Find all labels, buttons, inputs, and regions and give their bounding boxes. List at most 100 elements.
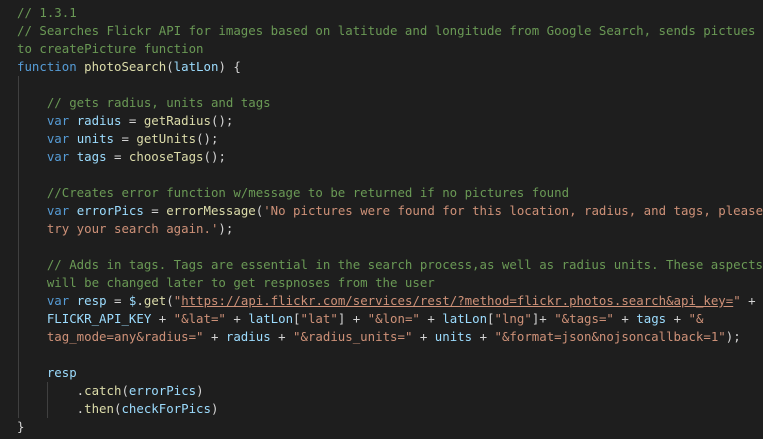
code-token: +	[203, 329, 226, 344]
code-line[interactable]: ​	[0, 166, 763, 184]
code-token: try your search again.'	[46, 221, 219, 236]
code-token: then	[84, 401, 114, 416]
code-line[interactable]: ​	[0, 238, 763, 256]
indent-guide	[18, 238, 19, 256]
code-line[interactable]: resp	[0, 364, 763, 382]
code-token: +	[412, 329, 435, 344]
code-token: =	[121, 113, 144, 128]
code-line[interactable]: var radius = getRadius();	[0, 112, 763, 130]
code-token: =	[106, 293, 129, 308]
code-line[interactable]: to createPicture function	[0, 40, 763, 58]
code-token: [	[293, 311, 301, 326]
code-token: "lat"	[300, 311, 338, 326]
indent-guide	[18, 256, 19, 274]
code-line[interactable]: // Adds in tags. Tags are essential in t…	[0, 256, 763, 274]
code-line[interactable]: try your search again.');	[0, 220, 763, 238]
code-line[interactable]: var errorPics = errorMessage('No picture…	[0, 202, 763, 220]
code-token: checkForPics	[121, 401, 211, 416]
code-token: var	[46, 149, 77, 164]
code-line[interactable]: // Searches Flickr API for images based …	[0, 22, 763, 40]
code-line[interactable]: ​	[0, 346, 763, 364]
code-line[interactable]: function photoSearch(latLon) {	[0, 58, 763, 76]
code-token: //Creates error function w/message to be…	[46, 185, 570, 200]
code-token: latLon	[173, 59, 219, 74]
code-token: function	[17, 59, 85, 74]
code-line[interactable]: //Creates error function w/message to be…	[0, 184, 763, 202]
indent-guide	[18, 94, 19, 112]
indent-guide	[18, 130, 19, 148]
code-token: radius	[225, 329, 271, 344]
code-token: var	[46, 203, 77, 218]
code-token: "lng"	[494, 311, 532, 326]
code-token: +	[613, 311, 637, 326]
code-token: (	[166, 59, 174, 74]
code-token: photoSearch	[84, 59, 167, 74]
indent-guide	[18, 184, 19, 202]
indent-guide	[18, 112, 19, 130]
code-line[interactable]: }	[0, 418, 763, 436]
code-line[interactable]: ​	[0, 76, 763, 94]
code-editor[interactable]: // 1.3.1 // Searches Flickr API for image…	[0, 0, 763, 439]
code-token: errorMessage	[166, 203, 256, 218]
code-token: +	[419, 311, 443, 326]
code-line[interactable]: .then(checkForPics)	[0, 400, 763, 418]
code-token: units	[76, 131, 114, 146]
code-token: // gets radius, units and tags	[46, 95, 271, 110]
code-token: );	[725, 329, 741, 344]
code-token: +	[270, 329, 294, 344]
indent-guide	[18, 310, 19, 328]
code-token: )	[196, 383, 204, 398]
code-token: // 1.3.1	[17, 5, 77, 20]
code-token: ();	[210, 113, 234, 128]
indent-guide	[18, 202, 19, 220]
code-token: 'No pictures were found for this locatio…	[263, 203, 763, 218]
code-token: tags	[76, 149, 107, 164]
code-line[interactable]: // 1.3.1	[0, 4, 763, 22]
code-token: radius	[76, 113, 122, 128]
code-token: var	[46, 113, 77, 128]
indent-guide	[18, 274, 19, 292]
code-token: +	[666, 311, 689, 326]
code-token: "&lat="	[173, 311, 226, 326]
code-line[interactable]: // gets radius, units and tags	[0, 94, 763, 112]
code-line[interactable]: var units = getUnits();	[0, 130, 763, 148]
code-token: }	[17, 419, 25, 434]
code-token: .	[17, 383, 85, 398]
code-token: .	[17, 401, 85, 416]
code-token: latLon	[442, 311, 488, 326]
code-line[interactable]: will be changed later to get respnoses f…	[0, 274, 763, 292]
code-token: will be changed later to get respnoses f…	[46, 275, 435, 290]
code-token: .	[136, 293, 144, 308]
code-token: )	[210, 401, 219, 416]
code-token: ();	[196, 131, 219, 146]
code-line[interactable]: tag_mode=any&radius=" + radius + "&radiu…	[0, 328, 763, 346]
code-token: catch	[84, 383, 122, 398]
indent-guide	[47, 400, 48, 418]
code-token: get	[143, 293, 167, 308]
code-token: "&radius_units="	[293, 329, 413, 344]
code-token: "	[733, 293, 741, 308]
code-line[interactable]: var tags = chooseTags();	[0, 148, 763, 166]
indent-guide	[47, 382, 48, 400]
indent-guide	[18, 148, 19, 166]
code-token: (	[166, 293, 174, 308]
code-line[interactable]: FLICKR_API_KEY + "&lat=" + latLon["lat"]…	[0, 310, 763, 328]
code-line[interactable]: var resp = $.get("https://api.flickr.com…	[0, 292, 763, 310]
code-token: ]+	[531, 311, 555, 326]
code-token: resp	[46, 365, 77, 380]
code-token: "&	[688, 311, 704, 326]
code-token: ) {	[218, 59, 241, 74]
code-token: errorPics	[128, 383, 197, 398]
code-line[interactable]: .catch(errorPics)	[0, 382, 763, 400]
code-token: [	[487, 311, 495, 326]
code-area[interactable]: // 1.3.1 // Searches Flickr API for image…	[0, 4, 763, 436]
code-token: to createPicture function	[17, 41, 204, 56]
code-token: resp	[76, 293, 107, 308]
